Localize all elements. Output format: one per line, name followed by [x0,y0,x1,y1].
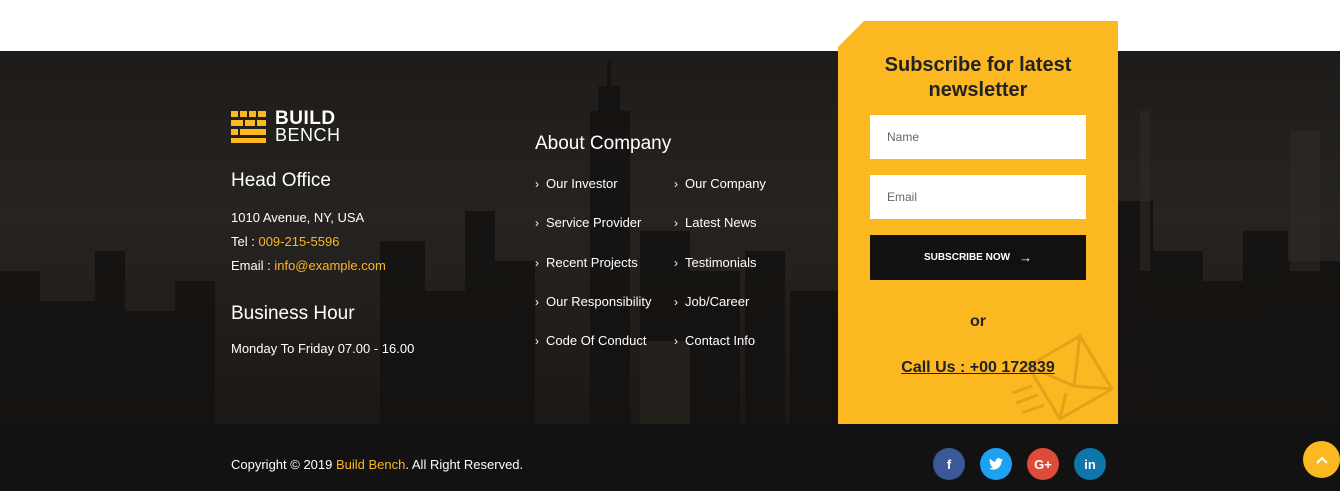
chevron-up-icon [1315,455,1328,464]
arrow-right-icon: → [1019,250,1033,265]
newsletter-box: Subscribe for latest newsletter SUBSCRIB… [838,21,1118,424]
twitter-icon[interactable] [980,448,1012,480]
link-recent-projects[interactable]: › Recent Projects [535,255,638,270]
copyright-brand-link[interactable]: Build Bench [336,457,405,472]
linkedin-icon[interactable]: in [1074,448,1106,480]
email-label: Email : [231,258,275,273]
google-plus-glyph: G+ [1034,456,1052,472]
chevron-right-icon: › [674,215,678,230]
chevron-right-icon: › [674,255,678,270]
link-label: Our Company [685,176,766,191]
about-links: › Our Investor › Our Company › Service Prov… [535,176,835,356]
link-our-company[interactable]: › Our Company [674,176,766,191]
office-email: Email : info@example.com [231,258,386,273]
chevron-right-icon: › [674,333,678,348]
link-job-career[interactable]: › Job/Career [674,294,749,309]
link-testimonials[interactable]: › Testimonials [674,255,757,270]
newsletter-title-line1: Subscribe for latest [884,54,1072,76]
brick-logo-icon [231,111,266,143]
chevron-right-icon: › [535,333,539,348]
subscribe-button[interactable]: SUBSCRIBE NOW → [870,235,1086,280]
email-input[interactable] [870,175,1086,219]
link-label: Service Provider [546,215,642,230]
chevron-right-icon: › [674,176,678,191]
linkedin-glyph: in [1084,456,1096,472]
link-label: Latest News [685,215,757,230]
google-plus-icon[interactable]: G+ [1027,448,1059,480]
name-input[interactable] [870,115,1086,159]
link-label: Our Investor [546,176,618,191]
about-company-title: About Company [535,133,672,154]
brand-logo[interactable]: BUILD BENCH [231,109,341,145]
chevron-right-icon: › [535,255,539,270]
chevron-right-icon: › [535,176,539,191]
footer-bottom-bar [0,424,1340,491]
copyright-prefix: Copyright © 2019 [231,457,336,472]
office-phone: Tel : 009-215-5596 [231,234,339,249]
link-code-of-conduct[interactable]: › Code Of Conduct [535,333,646,348]
business-hours-text: Monday To Friday 07.00 - 16.00 [231,341,415,356]
copyright-text: Copyright © 2019 Build Bench. All Right … [231,457,523,472]
chevron-right-icon: › [674,294,678,309]
link-label: Testimonials [685,255,757,270]
subscribe-button-label: SUBSCRIBE NOW [923,252,1011,263]
phone-label: Tel : [231,234,259,249]
link-service-provider[interactable]: › Service Provider [535,215,641,230]
link-label: Code Of Conduct [546,333,647,348]
business-hour-title: Business Hour [231,303,355,324]
page: BUILD BENCH Head Office 1010 Avenue, NY,… [0,0,1340,491]
link-label: Our Responsibility [546,294,652,309]
office-address: 1010 Avenue, NY, USA [231,210,365,225]
brand-name-line2: BENCH [275,125,341,145]
link-contact-info[interactable]: › Contact Info [674,333,755,348]
or-divider-text: or [970,313,986,330]
email-link[interactable]: info@example.com [274,258,385,273]
envelope-icon [1011,334,1114,421]
call-us-link[interactable]: Call Us : +00 172839 [838,359,1118,377]
chevron-right-icon: › [535,294,539,309]
newsletter-title: Subscribe for latest newsletter [838,53,1118,103]
chevron-right-icon: › [535,215,539,230]
top-white-strip [0,0,1340,51]
back-to-top-button[interactable] [1303,441,1340,478]
twitter-bird-glyph [989,458,1003,470]
link-our-responsibility[interactable]: › Our Responsibility [535,294,652,309]
link-latest-news[interactable]: › Latest News [674,215,757,230]
link-label: Job/Career [685,294,750,309]
facebook-icon[interactable]: f [933,448,965,480]
newsletter-title-line2: newsletter [928,79,1028,101]
link-label: Contact Info [685,333,756,348]
copyright-suffix: . All Right Reserved. [405,457,524,472]
phone-link[interactable]: 009-215-5596 [258,234,339,249]
head-office-title: Head Office [231,170,331,191]
facebook-glyph: f [946,456,952,472]
link-label: Recent Projects [546,255,638,270]
link-our-investor[interactable]: › Our Investor [535,176,618,191]
